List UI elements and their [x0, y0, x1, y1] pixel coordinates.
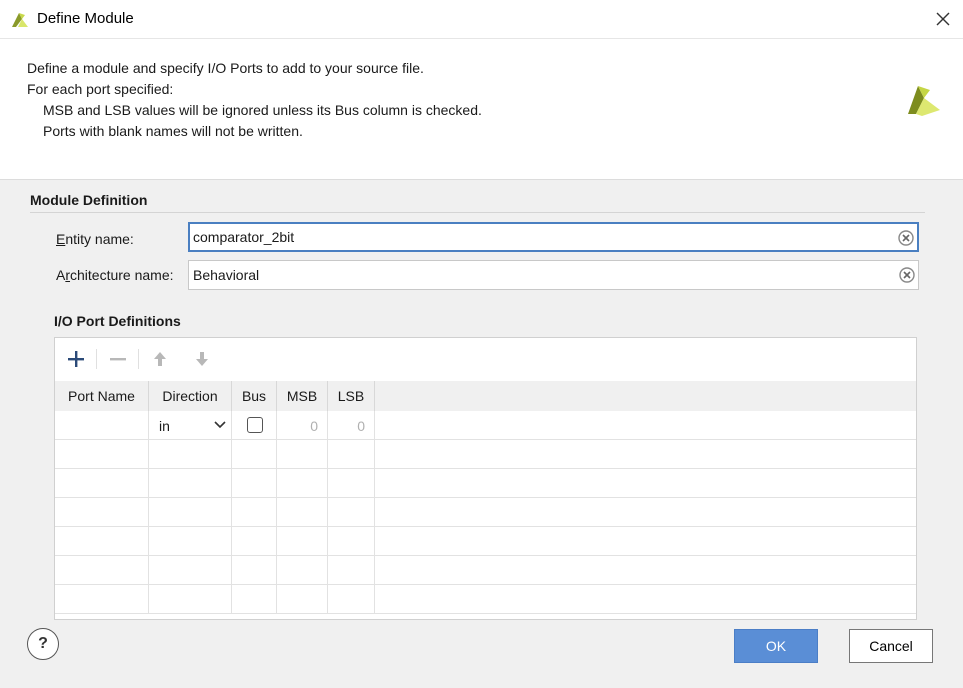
title-bar: Define Module: [0, 0, 963, 39]
column-header[interactable]: LSB: [328, 381, 375, 411]
brand-logo-icon: [908, 86, 940, 116]
description-line: MSB and LSB values will be ignored unles…: [43, 102, 482, 118]
help-button[interactable]: ?: [27, 628, 59, 660]
empty-cell: [232, 556, 277, 584]
remove-icon: [110, 358, 126, 361]
direction-value: in: [159, 418, 170, 434]
empty-cell: [149, 440, 232, 468]
empty-cell: [277, 440, 328, 468]
empty-table-row: [55, 469, 916, 498]
column-header[interactable]: MSB: [277, 381, 328, 411]
chevron-down-icon[interactable]: [213, 419, 227, 431]
empty-cell: [232, 585, 277, 613]
lsb-value: 0: [357, 418, 365, 434]
close-icon: [936, 12, 950, 26]
empty-cell: [277, 469, 328, 497]
io-port-table-panel: Port Name Direction Bus MSB LSB in 0 0: [54, 337, 917, 620]
empty-cell: [328, 527, 375, 555]
empty-cell: [149, 469, 232, 497]
move-down-button[interactable]: [190, 347, 214, 371]
ok-button[interactable]: OK: [734, 629, 818, 663]
entity-name-field[interactable]: comparator_2bit: [188, 222, 919, 252]
toolbar-separator: [138, 349, 139, 369]
move-up-icon: [154, 352, 166, 366]
io-port-definitions-title: I/O Port Definitions: [54, 313, 181, 329]
clear-icon[interactable]: [899, 267, 915, 283]
msb-value: 0: [310, 418, 318, 434]
description-line: Define a module and specify I/O Ports to…: [27, 60, 424, 76]
direction-cell[interactable]: in: [149, 411, 232, 439]
bus-cell[interactable]: [232, 411, 277, 439]
empty-cell: [232, 527, 277, 555]
window-title: Define Module: [37, 10, 134, 27]
empty-cell: [232, 469, 277, 497]
empty-cell: [55, 556, 149, 584]
io-toolbar: [55, 338, 916, 380]
label-text: chitecture name:: [70, 267, 174, 283]
table-row[interactable]: in 0 0: [55, 411, 916, 440]
empty-cell: [55, 585, 149, 613]
empty-table-row: [55, 440, 916, 469]
app-logo-icon: [12, 13, 28, 27]
clear-icon[interactable]: [898, 230, 914, 246]
empty-table-row: [55, 585, 916, 614]
empty-cell: [55, 440, 149, 468]
lsb-cell[interactable]: 0: [328, 411, 375, 439]
column-header[interactable]: Port Name: [55, 381, 149, 411]
empty-table-row: [55, 527, 916, 556]
empty-cell: [328, 469, 375, 497]
move-down-icon: [196, 352, 208, 366]
mnemonic: E: [56, 231, 66, 247]
port-name-cell[interactable]: [55, 411, 149, 439]
column-header[interactable]: Bus: [232, 381, 277, 411]
label-text: ntity name:: [65, 231, 134, 247]
toolbar-separator: [96, 349, 97, 369]
architecture-name-label: Architecture name:: [56, 267, 174, 283]
empty-cell: [328, 556, 375, 584]
cancel-button[interactable]: Cancel: [849, 629, 933, 663]
empty-cell: [277, 498, 328, 526]
empty-cell: [328, 440, 375, 468]
msb-cell[interactable]: 0: [277, 411, 328, 439]
close-button[interactable]: [924, 0, 962, 38]
empty-cell: [149, 556, 232, 584]
entity-name-value: comparator_2bit: [193, 229, 295, 245]
empty-cell: [149, 498, 232, 526]
empty-cell: [55, 527, 149, 555]
column-header-filler: [375, 381, 916, 411]
empty-cell: [232, 498, 277, 526]
empty-cell: [277, 556, 328, 584]
empty-cell: [149, 527, 232, 555]
description-line: For each port specified:: [27, 81, 174, 97]
entity-name-label: Entity name:: [56, 231, 134, 247]
remove-port-button[interactable]: [106, 347, 130, 371]
add-port-button[interactable]: [64, 347, 88, 371]
module-definition-title: Module Definition: [30, 192, 148, 208]
empty-cell: [149, 585, 232, 613]
empty-cell: [55, 498, 149, 526]
description-panel: Define a module and specify I/O Ports to…: [0, 39, 963, 180]
empty-cell: [277, 585, 328, 613]
move-up-button[interactable]: [148, 347, 172, 371]
empty-table-row: [55, 498, 916, 527]
column-header[interactable]: Direction: [149, 381, 232, 411]
empty-cell: [232, 440, 277, 468]
empty-cell: [328, 585, 375, 613]
empty-cell: [328, 498, 375, 526]
bus-checkbox[interactable]: [247, 417, 263, 433]
empty-cell: [55, 469, 149, 497]
architecture-name-field[interactable]: Behavioral: [188, 260, 919, 290]
empty-cell: [277, 527, 328, 555]
empty-table-row: [55, 556, 916, 585]
description-line: Ports with blank names will not be writt…: [43, 123, 303, 139]
add-icon: [68, 351, 84, 367]
section-divider: [30, 212, 925, 213]
label-text: A: [56, 267, 66, 283]
architecture-name-value: Behavioral: [193, 267, 260, 283]
